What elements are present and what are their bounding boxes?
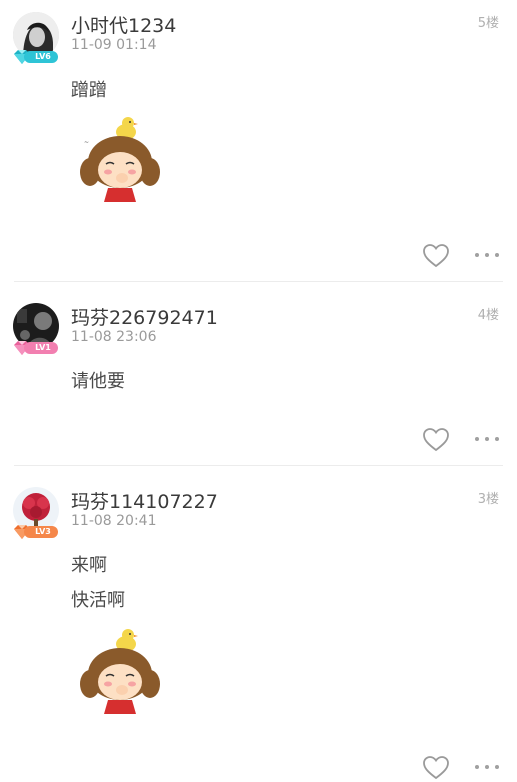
level-label: LV3 xyxy=(24,526,58,538)
post-time: 11-08 23:06 xyxy=(71,329,157,345)
post-item: LV3 玛芬114107227 11-08 20:41 3楼 来啊 快活啊 xyxy=(0,466,517,782)
post-time: 11-08 20:41 xyxy=(71,513,157,529)
post-item: LV1 玛芬226792471 11-08 23:06 4楼 请他要 xyxy=(0,282,517,466)
post-time: 11-09 01:14 xyxy=(71,37,157,53)
post-content: 快活啊 xyxy=(71,590,125,611)
heart-outline-icon[interactable] xyxy=(422,755,450,781)
floor-number: 3楼 xyxy=(477,492,499,507)
post-item: LV6 小时代1234 11-09 01:14 5楼 蹭蹭 ~ xyxy=(0,0,517,282)
post-content: 蹭蹭 xyxy=(71,80,107,101)
username[interactable]: 玛芬114107227 xyxy=(71,487,218,514)
more-dots-icon[interactable] xyxy=(473,249,503,261)
level-label: LV1 xyxy=(24,342,58,354)
level-badge: LV3 xyxy=(13,525,60,539)
heart-outline-icon[interactable] xyxy=(422,427,450,453)
heart-outline-icon[interactable] xyxy=(422,243,450,269)
level-badge: LV6 xyxy=(13,50,60,64)
floor-number: 4楼 xyxy=(477,308,499,323)
post-content: 请他要 xyxy=(71,371,125,392)
more-dots-icon[interactable] xyxy=(473,761,503,773)
svg-text:~: ~ xyxy=(84,139,89,146)
username[interactable]: 小时代1234 xyxy=(71,11,176,38)
more-dots-icon[interactable] xyxy=(473,433,503,445)
cartoon-girl-sticker: ~ xyxy=(80,117,160,202)
cartoon-girl-sticker xyxy=(80,629,160,714)
floor-number: 5楼 xyxy=(477,16,499,31)
username[interactable]: 玛芬226792471 xyxy=(71,303,218,330)
level-label: LV6 xyxy=(24,51,58,63)
post-content: 来啊 xyxy=(71,555,107,576)
level-badge: LV1 xyxy=(13,341,60,355)
